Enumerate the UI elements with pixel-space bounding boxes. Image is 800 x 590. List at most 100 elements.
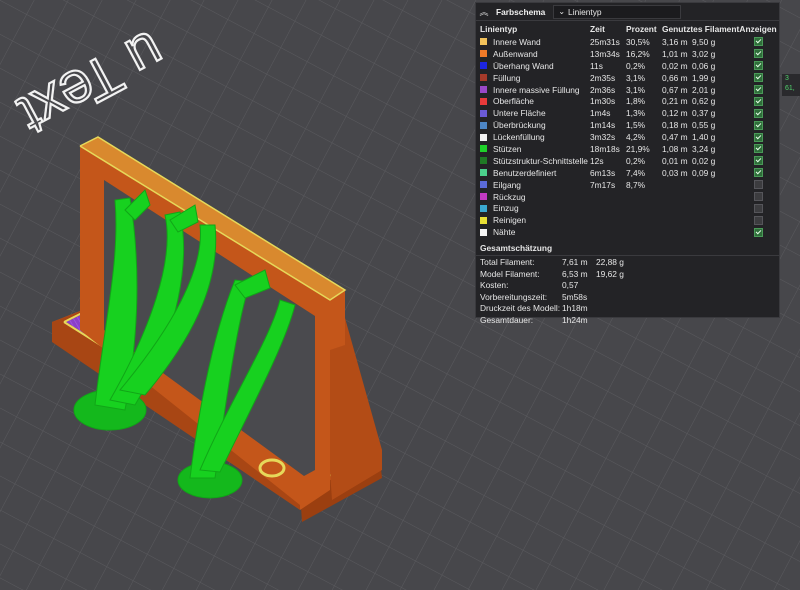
line-type-label: Rückzug <box>493 191 526 202</box>
line-type-label: Innere Wand <box>493 36 541 47</box>
color-swatch <box>480 228 487 236</box>
show-checkbox[interactable] <box>753 73 763 83</box>
filament-weight: 1,99 g <box>692 72 716 83</box>
legend-row: Lückenfüllung 3m32s 4,2% 0,47 m 1,40 g <box>476 131 779 143</box>
legend-row: Stützen 18m18s 21,9% 1,08 m 3,24 g <box>476 143 779 155</box>
chevron-up-icon[interactable]: ︽ <box>478 5 490 18</box>
time-value: 25m31s <box>590 36 620 47</box>
show-checkbox[interactable] <box>753 120 763 130</box>
show-checkbox[interactable] <box>753 132 763 142</box>
show-checkbox[interactable] <box>753 37 763 47</box>
show-checkbox[interactable] <box>753 180 763 190</box>
show-checkbox[interactable] <box>753 215 763 225</box>
time-value: 1m4s <box>590 108 611 119</box>
legend-row: Einzug <box>476 202 779 214</box>
percent-value: 3,1% <box>626 72 646 83</box>
legend-rows: Innere Wand 25m31s 30,5% 3,16 m 9,50 g Außenw… <box>476 36 779 238</box>
time-value: 11s <box>590 60 603 71</box>
time-value: 18m18s <box>590 143 620 154</box>
summary-total-filament: Total Filament: 7,61 m 22,88 g <box>480 256 624 267</box>
percent-value: 1,5% <box>626 120 646 131</box>
legend-row: Überhang Wand 11s 0,2% 0,02 m 0,06 g <box>476 60 779 72</box>
show-checkbox[interactable] <box>753 144 763 154</box>
time-value: 1m30s <box>590 96 616 107</box>
time-value: 6m13s <box>590 167 616 178</box>
filament-length: 0,01 m <box>662 155 688 166</box>
show-checkbox[interactable] <box>753 203 763 213</box>
show-checkbox[interactable] <box>753 85 763 94</box>
line-type-label: Füllung <box>493 72 521 83</box>
line-type-label: Einzug <box>493 203 519 214</box>
show-checkbox[interactable] <box>753 192 763 202</box>
filament-weight: 0,37 g <box>692 108 716 119</box>
filament-length: 1,08 m <box>662 143 688 154</box>
summary-model-filament: Model Filament: 6,53 m 19,62 g <box>480 268 624 279</box>
filament-length: 0,03 m <box>662 167 688 178</box>
filament-length: 3,16 m <box>662 36 688 47</box>
summary-cost: Kosten: 0,57 <box>480 280 579 291</box>
filament-weight: 0,06 g <box>692 60 716 71</box>
show-checkbox[interactable] <box>753 61 763 71</box>
filament-weight: 3,02 g <box>692 48 716 59</box>
legend-row: Benutzerdefiniert 6m13s 7,4% 0,03 m 0,09 g <box>476 167 779 179</box>
filament-weight: 9,50 g <box>692 36 716 47</box>
show-checkbox[interactable] <box>753 168 763 178</box>
show-checkbox[interactable] <box>753 49 763 59</box>
panel-header: ︽ Farbschema ⌄ Linientyp <box>476 3 779 21</box>
show-checkbox[interactable] <box>753 156 763 166</box>
filament-length: 0,67 m <box>662 84 688 95</box>
percent-value: 8,7% <box>626 179 646 190</box>
show-checkbox[interactable] <box>753 108 763 118</box>
show-checkbox[interactable] <box>753 96 763 106</box>
color-swatch <box>480 193 487 201</box>
legend-row: Eilgang 7m17s 8,7% <box>476 179 779 191</box>
line-type-label: Außenwand <box>493 48 538 59</box>
time-value: 7m17s <box>590 179 616 190</box>
filament-weight: 0,55 g <box>692 120 716 131</box>
filament-weight: 3,24 g <box>692 143 716 154</box>
line-type-label: Innere massive Füllung <box>493 84 580 95</box>
line-type-label: Eilgang <box>493 179 521 190</box>
legend-row: Außenwand 13m34s 16,2% 1,01 m 3,02 g <box>476 48 779 60</box>
col-time: Zeit <box>590 24 605 34</box>
line-type-label: Überbrückung <box>493 120 546 131</box>
legend-row: Innere Wand 25m31s 30,5% 3,16 m 9,50 g <box>476 36 779 48</box>
percent-value: 4,2% <box>626 132 646 143</box>
line-type-label: Untere Fläche <box>493 108 546 119</box>
color-scheme-title: Farbschema <box>496 6 546 17</box>
percent-value: 1,8% <box>626 96 646 107</box>
legend-row: Innere massive Füllung 2m36s 3,1% 0,67 m 2,0… <box>476 84 779 96</box>
filament-length: 0,12 m <box>662 108 688 119</box>
color-swatch <box>480 62 487 70</box>
filament-weight: 0,09 g <box>692 167 716 178</box>
filament-weight: 0,02 g <box>692 155 716 166</box>
line-type-label: Überhang Wand <box>493 60 554 71</box>
legend-row: Oberfläche 1m30s 1,8% 0,21 m 0,62 g <box>476 95 779 107</box>
color-swatch <box>480 74 487 82</box>
col-show: Anzeigen <box>739 24 777 34</box>
filament-weight: 2,01 g <box>692 84 716 95</box>
line-type-label: Stützen <box>493 143 522 154</box>
line-type-label: Lückenfüllung <box>493 132 545 143</box>
color-swatch <box>480 97 487 105</box>
percent-value: 21,9% <box>626 143 650 154</box>
percent-value: 16,2% <box>626 48 650 59</box>
summary-prep-time: Vorbereitungszeit: 5m58s <box>480 291 588 302</box>
filament-weight: 0,62 g <box>692 96 716 107</box>
percent-value: 0,2% <box>626 155 646 166</box>
legend-row: Untere Fläche 1m4s 1,3% 0,12 m 0,37 g <box>476 107 779 119</box>
color-scheme-dropdown[interactable]: ⌄ Linientyp <box>553 4 682 19</box>
filament-length: 0,21 m <box>662 96 688 107</box>
time-value: 2m35s <box>590 72 616 83</box>
filament-length: 0,66 m <box>662 72 688 83</box>
color-swatch <box>480 109 487 117</box>
legend-row: Nähte <box>476 226 779 238</box>
side-info-chip: 3 61, <box>782 74 800 96</box>
show-checkbox[interactable] <box>753 227 763 237</box>
time-value: 13m34s <box>590 48 620 59</box>
summary-model-print-time: Druckzeit des Modell: 1h18m <box>480 303 588 314</box>
line-type-label: Nähte <box>493 227 516 238</box>
time-value: 1m14s <box>590 120 616 131</box>
legend-row: Stützstruktur-Schnittstelle 12s 0,2% 0,01 m… <box>476 155 779 167</box>
percent-value: 3,1% <box>626 84 646 95</box>
